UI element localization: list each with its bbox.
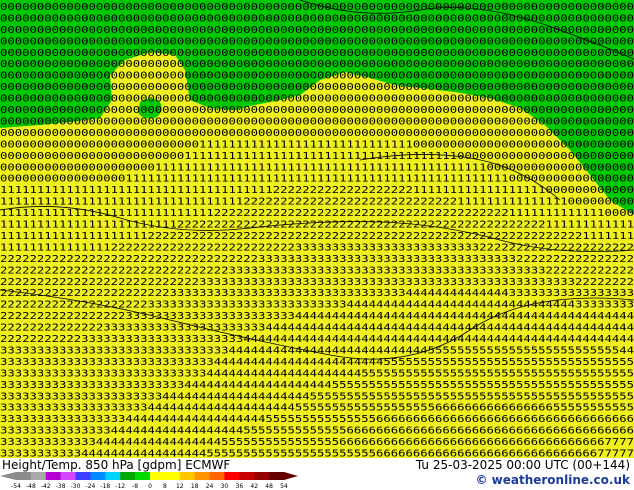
digit-row: 3333333333333444444444444444445555555555… — [0, 437, 634, 448]
scale-arrow-right — [284, 472, 298, 480]
scale-label: -24 — [86, 483, 96, 490]
digit-row: 3333333333333333333333333333333444444444… — [0, 345, 634, 356]
scale-swatch — [30, 472, 47, 480]
scale-swatch — [120, 472, 136, 480]
scale-label: 36 — [236, 483, 244, 490]
digit-row: 3333333333333333333333333444444444444444… — [0, 380, 634, 391]
digit-row: 2222222222222222222233333333333333333333… — [0, 300, 634, 311]
digit-row: 2222222222222222222222222222222222233333… — [0, 254, 634, 265]
scale-label: -54 — [11, 483, 21, 490]
scale-swatch — [209, 472, 225, 480]
scale-label: 54 — [280, 483, 288, 490]
map-title: Height/Temp. 850 hPa [gdpm] ECMWF — [2, 458, 231, 472]
scale-swatch — [269, 472, 285, 480]
scale-swatch — [239, 472, 255, 480]
scale-swatch — [150, 472, 166, 480]
digit-row: 3333333333333333344444444444444444445555… — [0, 414, 634, 425]
digit-row: 2222222222222222222222222223333333333333… — [0, 277, 634, 288]
scale-label: 18 — [191, 483, 199, 490]
digit-row: 2222222222222233333333333333333333334444… — [0, 323, 634, 334]
digit-row: 0000000000000000000000000000000000000000… — [0, 25, 634, 36]
digit-row: 0000000000000000000000000000000000000000… — [0, 48, 634, 59]
digit-row: 3333333333344444444444444444555555555555… — [0, 449, 634, 459]
scale-swatch — [60, 472, 76, 480]
map-footer: Height/Temp. 850 hPa [gdpm] ECMWF Tu 25-… — [0, 458, 634, 490]
scale-label: 0 — [148, 483, 152, 490]
scale-swatch — [45, 472, 61, 480]
scale-swatch — [194, 472, 210, 480]
scale-label: 30 — [221, 483, 229, 490]
digit-row: 0000000000000000000000000111111111111111… — [0, 151, 634, 162]
scale-swatch — [179, 472, 195, 480]
digit-row: 0000000000000000000001111111111111111111… — [0, 162, 634, 173]
scale-swatch — [16, 472, 32, 480]
scale-swatch — [105, 472, 121, 480]
scale-swatch — [164, 472, 181, 480]
color-scale-bar: -54 -48 -42 -38 -30 -24 -18 -12 -8 0 8 12 18 24 30 36 42… — [0, 472, 298, 490]
color-scale-swatches — [0, 472, 298, 480]
digit-row: 0000000000000000000000000000000000000000… — [0, 2, 634, 13]
scale-label: 24 — [206, 483, 214, 490]
digit-row: 0000000000000000000000000000000000000000… — [0, 128, 634, 139]
digit-row: 3333333333333333333344444444444444444444… — [0, 403, 634, 414]
digit-row: 1111111111111111111111112222222222222222… — [0, 220, 634, 231]
scale-swatch — [254, 472, 270, 480]
digit-row: 0000000000000000000000000000000000000000… — [0, 36, 634, 47]
scale-arrow-left — [0, 472, 16, 480]
digit-row: 0000000000000000000000000000000000000000… — [0, 59, 634, 70]
scale-label: -48 — [26, 483, 36, 490]
scale-swatch — [90, 472, 106, 480]
scale-label: -12 — [115, 483, 125, 490]
scale-label: -42 — [41, 483, 51, 490]
color-scale-labels: -54 -48 -42 -38 -30 -24 -18 -12 -8 0 8 12 18 24 30 36 42… — [11, 483, 288, 490]
digit-row: 2222222222222222233333333333333333333333… — [0, 311, 634, 322]
digit-row: 1111111111111111111111111111111112222222… — [0, 197, 634, 208]
digit-row: 0000000000000000011111111111111111111111… — [0, 174, 634, 185]
site-credit[interactable]: © weatheronline.co.uk — [475, 473, 630, 487]
scale-label: 8 — [163, 483, 167, 490]
digit-row: 1111111111111111111122222222222222222222… — [0, 231, 634, 242]
scale-swatch — [224, 472, 240, 480]
digit-row: 3333333333333333333333333333444444444444… — [0, 368, 634, 379]
scale-label: -18 — [100, 483, 110, 490]
scale-label: 42 — [250, 483, 258, 490]
digit-row: 3333333333333333333333444444444444444444… — [0, 391, 634, 402]
value-digits: 0000000000000000000000000000000000000000… — [0, 2, 634, 458]
scale-label: 12 — [176, 483, 184, 490]
weather-map: 0000000000000000000000000000000000000000… — [0, 0, 634, 458]
scale-swatch — [75, 472, 91, 480]
digit-row: 2222222222222222222222233333333333333333… — [0, 288, 634, 299]
scale-label: -38 — [56, 483, 66, 490]
digit-row: 1111111111111111111111111111111111111222… — [0, 185, 634, 196]
scale-swatch — [135, 472, 151, 480]
digit-row: 0000000000000000000000000000000000000000… — [0, 71, 634, 82]
scale-label: -8 — [132, 483, 138, 490]
forecast-datetime: Tu 25-03-2025 00:00 UTC (00+144) — [415, 458, 630, 472]
digit-row: 2222222222233333333333333333333334444444… — [0, 334, 634, 345]
digit-row: 0000000000000000000000000000000000000000… — [0, 116, 634, 127]
digit-row: 2222222222222222222222222222222333333333… — [0, 265, 634, 276]
digit-row: 0000000000000000000000000000000000000000… — [0, 105, 634, 116]
digit-row: 1111111111111111111111111111122222222222… — [0, 208, 634, 219]
digit-row: 3333333333333333333333333333344444444444… — [0, 357, 634, 368]
digit-row: 0000000000000000000000000001111111111111… — [0, 139, 634, 150]
digit-row: 0000000000000000000000000000000000000000… — [0, 94, 634, 105]
digit-row: 3333333333333334444444444444444445555555… — [0, 426, 634, 437]
scale-label: 48 — [265, 483, 273, 490]
scale-label: -30 — [71, 483, 81, 490]
digit-row: 0000000000000000000000000000000000000000… — [0, 82, 634, 93]
